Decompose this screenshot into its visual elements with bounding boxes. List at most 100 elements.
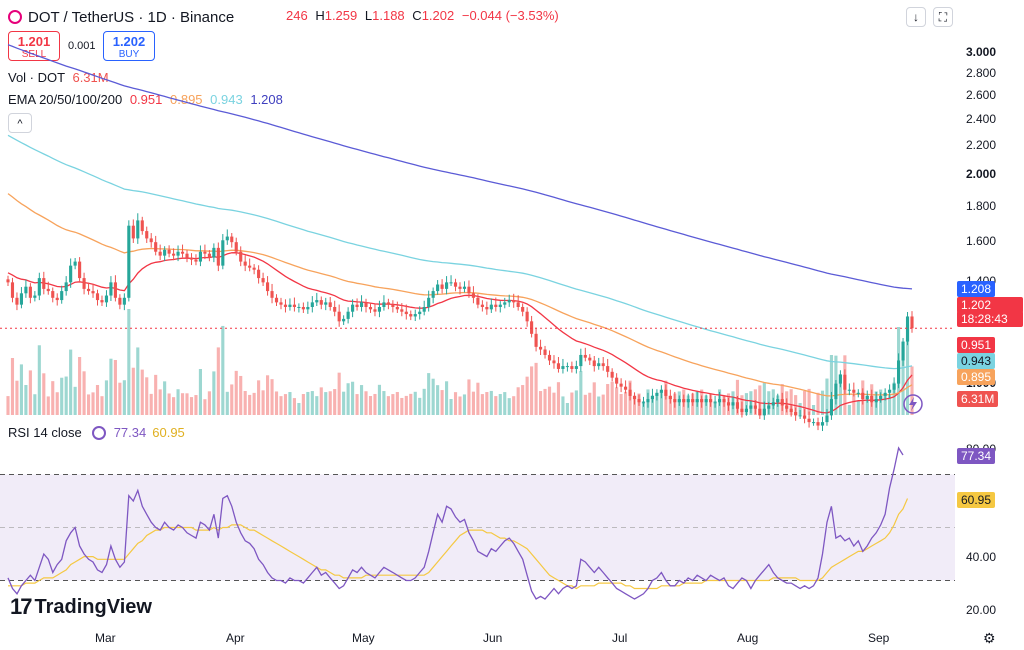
volume-bar — [427, 373, 431, 415]
volume-bar — [252, 392, 256, 415]
volume-bar — [230, 384, 234, 415]
volume-bar — [436, 385, 440, 415]
volume-bar — [476, 382, 480, 415]
volume-bar — [547, 386, 552, 415]
candle-body — [749, 405, 753, 409]
rsi-indicator-icon[interactable] — [91, 425, 106, 440]
volume-bar — [337, 372, 341, 415]
volume-bar — [283, 394, 288, 415]
candle-body — [154, 242, 158, 252]
volume-bar — [274, 391, 279, 415]
candle-body — [176, 251, 180, 256]
volume-bar — [127, 309, 131, 415]
candle-body — [364, 302, 368, 307]
candle-body — [203, 251, 207, 254]
volume-bar — [145, 377, 149, 415]
volume-bar — [203, 399, 207, 415]
volume-bar — [480, 394, 484, 415]
volume-bar — [301, 394, 305, 415]
volume-bar — [28, 370, 32, 415]
candle-body — [905, 316, 910, 342]
volume-badge: 6.31M — [957, 391, 999, 407]
volume-bar — [471, 391, 475, 415]
candle-body — [641, 402, 646, 404]
volume-bar — [221, 325, 225, 415]
candle-body — [655, 392, 659, 396]
candle-body — [709, 399, 713, 403]
time-axis-label: Mar — [95, 631, 116, 645]
candle-body — [852, 389, 856, 393]
candle-body — [628, 389, 632, 396]
candle-body — [789, 408, 793, 413]
price-tick-label: 2.000 — [966, 167, 997, 181]
candle-body — [726, 402, 731, 406]
volume-bar — [377, 384, 382, 415]
candle-body — [762, 408, 766, 416]
volume-bar — [359, 385, 364, 415]
candle-body — [861, 392, 865, 400]
volume-bar — [180, 393, 185, 415]
candle-body — [297, 306, 301, 308]
candle-body — [382, 302, 386, 307]
candle-body — [301, 306, 305, 310]
volume-bar — [15, 380, 19, 415]
candle-body — [534, 333, 538, 347]
candle-body — [883, 392, 887, 396]
volume-bar — [189, 397, 194, 415]
candle-body — [257, 269, 261, 279]
candle-body — [673, 399, 677, 403]
settings-gear-icon[interactable]: ⚙ — [983, 630, 996, 647]
candle-body — [140, 220, 144, 232]
candle-body — [225, 236, 229, 241]
volume-bar — [489, 390, 493, 415]
volume-bar — [373, 393, 377, 415]
rsi-ma-value: 60.95 — [152, 425, 185, 440]
rsi-legend[interactable]: RSI 14 close 77.34 60.95 — [8, 425, 185, 440]
candle-body — [431, 291, 435, 298]
candle-body — [494, 304, 498, 307]
candle-body — [440, 284, 444, 289]
volume-bar — [556, 382, 561, 415]
candle-body — [780, 399, 784, 406]
candle-body — [37, 278, 41, 296]
candle-body — [324, 302, 328, 305]
volume-bar — [95, 385, 100, 415]
ema100-line — [7, 134, 913, 370]
candle-body — [767, 405, 771, 409]
volume-bar — [24, 385, 28, 415]
volume-bar — [243, 391, 247, 415]
candle-body — [355, 304, 359, 307]
price-chart-svg[interactable] — [0, 0, 1024, 650]
volume-bar — [583, 394, 587, 415]
tradingview-logo[interactable]: 17 TradingView — [10, 594, 152, 620]
candle-body — [42, 278, 46, 289]
candle-body — [503, 302, 507, 305]
volume-bar — [619, 394, 623, 415]
candle-body — [664, 389, 668, 396]
candle-body — [95, 293, 100, 301]
candle-body — [445, 282, 449, 289]
candle-body — [386, 302, 390, 305]
candle-body — [659, 389, 663, 393]
candle-body — [776, 399, 780, 403]
price-tick-label: 2.400 — [966, 112, 997, 127]
candle-body — [395, 306, 399, 310]
volume-bar — [615, 387, 619, 415]
candle-body — [127, 225, 131, 298]
candle-body — [19, 293, 23, 305]
ema100-badge: 0.943 — [957, 353, 996, 369]
candle-body — [78, 261, 82, 279]
volume-bar — [570, 392, 574, 415]
volume-bar — [212, 371, 216, 415]
candle-body — [480, 304, 484, 307]
volume-bar — [440, 390, 444, 415]
candle-body — [637, 399, 641, 403]
volume-bar — [856, 401, 860, 415]
volume-bar — [328, 391, 332, 415]
volume-bar — [33, 394, 37, 415]
candle-body — [489, 304, 493, 310]
volume-bar — [288, 392, 292, 415]
volume-bar — [207, 391, 211, 415]
ema50-badge: 0.895 — [957, 369, 996, 385]
candle-body — [283, 304, 288, 307]
